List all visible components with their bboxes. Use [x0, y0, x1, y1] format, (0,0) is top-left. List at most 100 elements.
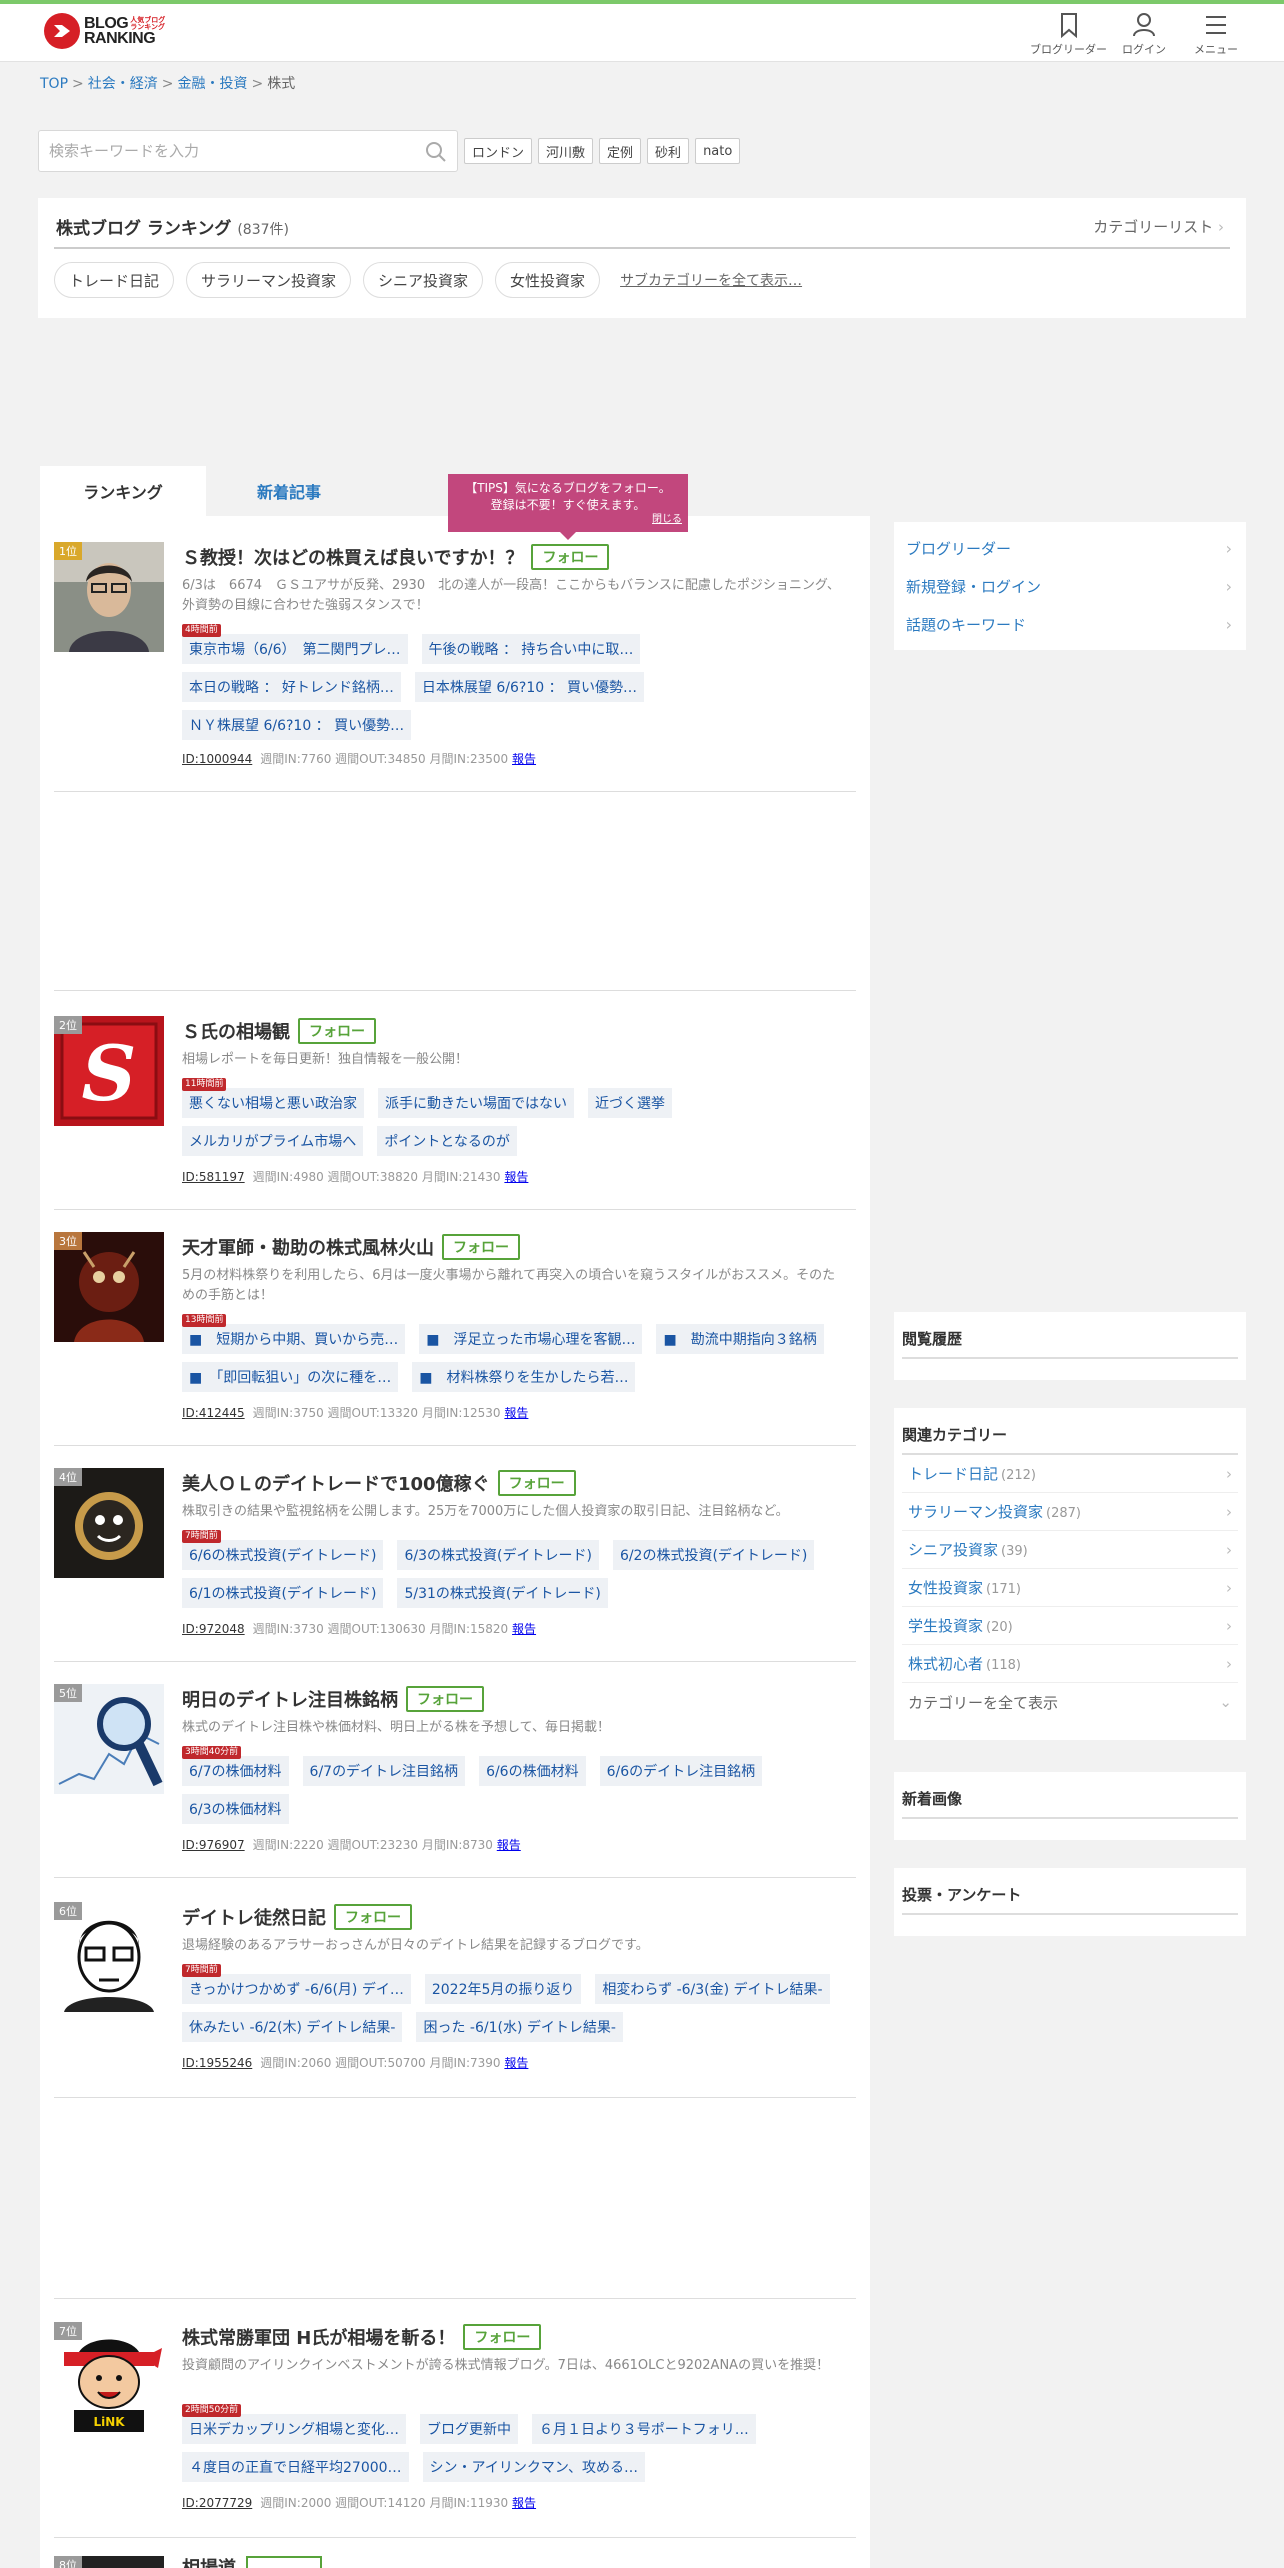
subcategory-pill[interactable]: サラリーマン投資家	[186, 262, 352, 298]
blog-thumbnail[interactable]: 7位 LiNK	[54, 2322, 164, 2432]
post-link[interactable]: 東京市場（6/6） 第二関門プレ…	[182, 634, 408, 664]
post-link[interactable]: ４度目の正直で日経平均27000…	[182, 2452, 409, 2482]
post-link[interactable]: 5/31の株式投資(デイトレード)	[397, 1578, 608, 1608]
post-link[interactable]: ポイントとなるのが	[377, 1126, 517, 1156]
post-link[interactable]: ■ 材料株祭りを生かしたら若…	[412, 1362, 636, 1392]
post-link[interactable]: ■ 勘流中期指向３銘柄	[656, 1324, 824, 1354]
keyword-tag[interactable]: 砂利	[647, 138, 690, 164]
keyword-tag[interactable]: nato	[695, 138, 741, 164]
post-link[interactable]: 6/6の株価材料	[479, 1756, 586, 1786]
blog-title-link[interactable]: Ｓ教授！次はどの株買えば良いですか！？	[182, 544, 523, 570]
report-link[interactable]: 報告	[504, 2056, 528, 2070]
related-category-item[interactable]: トレード日記 (212) ›	[902, 1455, 1238, 1493]
blog-title-link[interactable]: デイトレ徒然日記	[182, 1904, 326, 1930]
post-link[interactable]: 6/3の株価材料	[182, 1794, 289, 1824]
post-link[interactable]: 6/2の株式投資(デイトレード)	[612, 1540, 815, 1570]
related-category-item[interactable]: 女性投資家 (171) ›	[902, 1569, 1238, 1607]
post-link[interactable]: 2022年5月の振り返り	[424, 1974, 582, 2004]
blog-id-link[interactable]: ID:412445	[182, 1406, 245, 1420]
breadcrumb-top[interactable]: TOP	[40, 76, 68, 92]
follow-button[interactable]: フォロー	[531, 544, 610, 570]
search-input[interactable]	[39, 131, 399, 171]
post-link[interactable]: ■ 「即回転狙い」の次に種を…	[182, 1362, 399, 1392]
keyword-tag[interactable]: ロンドン	[464, 138, 533, 164]
category-list-link[interactable]: カテゴリーリスト ›	[1093, 216, 1224, 237]
blog-title-link[interactable]: Ｓ氏の相場観	[182, 1018, 290, 1044]
sidebar-item-blog-reader[interactable]: ブログリーダー ›	[894, 529, 1246, 567]
report-link[interactable]: 報告	[497, 1838, 521, 1852]
subcategory-pill[interactable]: 女性投資家	[495, 262, 601, 298]
tips-close-link[interactable]: 閉じる	[652, 511, 682, 528]
blog-thumbnail[interactable]: 6位	[54, 1902, 164, 2012]
post-link[interactable]: 6/7の株価材料	[182, 1756, 289, 1786]
blog-id-link[interactable]: ID:1000944	[182, 752, 252, 766]
post-link[interactable]: 日本株展望 6/6?10 ： 買い優勢…	[414, 672, 645, 702]
post-link[interactable]: 派手に動きたい場面ではない	[378, 1088, 574, 1118]
report-link[interactable]: 報告	[504, 1170, 528, 1184]
search-icon[interactable]	[425, 141, 447, 163]
post-link[interactable]: 困った -6/1(水) デイトレ結果-	[416, 2012, 623, 2042]
post-link[interactable]: 6/6の株式投資(デイトレード)	[182, 1540, 384, 1570]
blog-thumbnail[interactable]: 5位	[54, 1684, 164, 1794]
related-category-item[interactable]: シニア投資家 (39) ›	[902, 1531, 1238, 1569]
show-all-subcategories-link[interactable]: サブカテゴリーを全て表示…	[620, 270, 802, 290]
nav-login[interactable]: ログイン	[1122, 12, 1166, 57]
related-category-item[interactable]: サラリーマン投資家 (287) ›	[902, 1493, 1238, 1531]
subcategory-pill[interactable]: トレード日記	[54, 262, 175, 298]
post-link[interactable]: ■ 浮足立った市場心理を客観…	[419, 1324, 643, 1354]
post-link[interactable]: ブログ更新中	[420, 2414, 518, 2444]
subcategory-pill[interactable]: シニア投資家	[363, 262, 484, 298]
post-link[interactable]: 午後の戦略 ： 持ち合い中に取…	[421, 634, 641, 664]
sidebar-item-register-login[interactable]: 新規登録・ログイン ›	[894, 567, 1246, 605]
tab-new-articles[interactable]: 新着記事	[206, 466, 372, 516]
breadcrumb-society-economy[interactable]: 社会・経済	[88, 76, 158, 92]
report-link[interactable]: 報告	[512, 2496, 536, 2510]
blog-thumbnail[interactable]: 8位	[54, 2556, 164, 2568]
post-link[interactable]: 6/7のデイトレ注目銘柄	[302, 1756, 466, 1786]
post-link[interactable]: 日米デカップリング相場と変化…	[182, 2414, 406, 2444]
follow-button[interactable]: フォロー	[298, 1018, 376, 1044]
post-link[interactable]: 相変わらず -6/3(金) デイトレ結果-	[595, 1974, 830, 2004]
blog-id-link[interactable]: ID:976907	[182, 1838, 245, 1852]
post-link[interactable]: メルカリがプライム市場へ	[182, 1126, 364, 1156]
post-link[interactable]: 本日の戦略 ： 好トレンド銘柄…	[182, 672, 401, 702]
report-link[interactable]: 報告	[512, 752, 536, 766]
post-link[interactable]: 6/6のデイトレ注目銘柄	[599, 1756, 763, 1786]
blog-thumbnail[interactable]: 3位	[54, 1232, 164, 1342]
blog-thumbnail[interactable]: 2位 S	[54, 1016, 164, 1126]
blog-id-link[interactable]: ID:581197	[182, 1170, 245, 1184]
post-link[interactable]: シン・アイリンクマン、攻める…	[422, 2452, 646, 2482]
blog-id-link[interactable]: ID:972048	[182, 1622, 245, 1636]
follow-button[interactable]: フォロー	[406, 1686, 484, 1712]
post-link[interactable]: ■ 短期から中期、買いから売…	[182, 1324, 406, 1354]
blog-title-link[interactable]: 天才軍師・勘助の株式風林火山	[182, 1234, 434, 1260]
related-category-item[interactable]: 学生投資家 (20) ›	[902, 1607, 1238, 1645]
follow-button[interactable]	[246, 2556, 322, 2568]
nav-menu[interactable]: メニュー	[1194, 12, 1238, 57]
breadcrumb-finance[interactable]: 金融・投資	[177, 76, 247, 92]
keyword-tag[interactable]: 河川敷	[538, 138, 594, 164]
follow-button[interactable]: フォロー	[442, 1234, 520, 1260]
post-link[interactable]: 悪くない相場と悪い政治家	[182, 1088, 364, 1118]
blog-title-link[interactable]: 美人ＯＬのデイトレードで100億稼ぐ	[182, 1470, 490, 1496]
blog-title-link[interactable]: 明日のデイトレ注目株銘柄	[182, 1686, 398, 1712]
post-link[interactable]: ６月１日より３号ポートフォリ…	[532, 2414, 756, 2444]
nav-blog-reader[interactable]: ブログリーダー	[1030, 12, 1107, 57]
blog-title-link[interactable]: 相場道	[182, 2556, 236, 2568]
tab-ranking[interactable]: ランキング	[40, 466, 206, 516]
post-link[interactable]: 休みたい -6/2(木) デイトレ結果-	[182, 2012, 403, 2042]
post-link[interactable]: ＮＹ株展望 6/6?10 ： 買い優勢…	[182, 710, 412, 740]
blog-thumbnail[interactable]: 1位	[54, 542, 164, 652]
show-all-categories-toggle[interactable]: カテゴリーを全て表示 ⌄	[902, 1683, 1238, 1721]
sidebar-item-trending-keywords[interactable]: 話題のキーワード ›	[894, 605, 1246, 643]
post-link[interactable]: 6/1の株式投資(デイトレード)	[182, 1578, 384, 1608]
follow-button[interactable]: フォロー	[334, 1904, 412, 1930]
blog-title-link[interactable]: 株式常勝軍団 H氏が相場を斬る！	[182, 2324, 455, 2350]
follow-button[interactable]: フォロー	[463, 2324, 542, 2350]
report-link[interactable]: 報告	[504, 1406, 528, 1420]
report-link[interactable]: 報告	[512, 1622, 536, 1636]
post-link[interactable]: きっかけつかめず -6/6(月) デイ…	[182, 1974, 411, 2004]
follow-button[interactable]: フォロー	[497, 1470, 576, 1496]
blog-thumbnail[interactable]: 4位	[54, 1468, 164, 1578]
post-link[interactable]: 6/3の株式投資(デイトレード)	[397, 1540, 599, 1570]
